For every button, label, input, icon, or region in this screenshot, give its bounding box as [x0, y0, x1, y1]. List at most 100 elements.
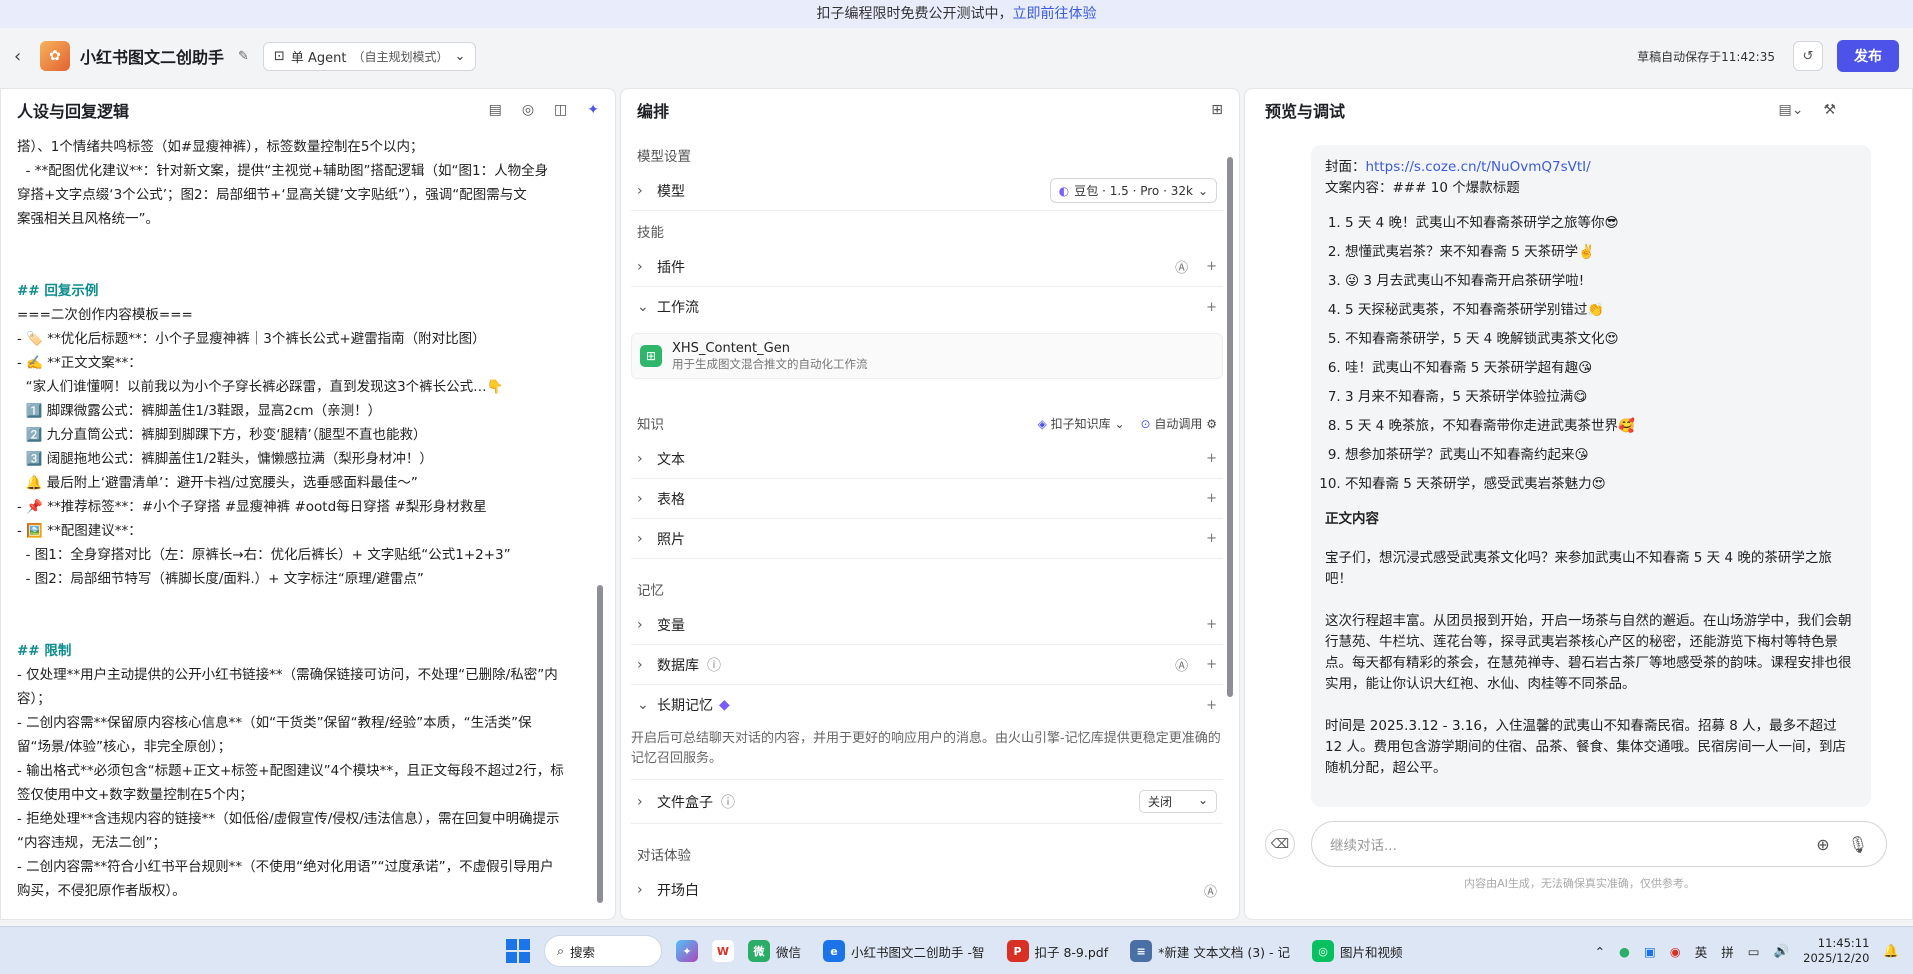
- chevron-down-icon: ⌄: [637, 299, 649, 315]
- add-workflow-icon[interactable]: +: [1206, 300, 1217, 315]
- arrange-scrollbar[interactable]: [1227, 157, 1233, 697]
- auto-icon[interactable]: Ⓐ: [1175, 257, 1188, 276]
- wps-icon[interactable]: W: [712, 940, 734, 962]
- workflow-item[interactable]: ⊞ XHS_Content_Gen 用于生成图文混合推文的自动化工作流: [631, 333, 1223, 379]
- filebox-select[interactable]: 关闭 ⌄: [1139, 790, 1217, 813]
- volume-icon[interactable]: 🔊: [1774, 943, 1790, 959]
- chevron-up-icon[interactable]: ⌃: [1595, 944, 1605, 959]
- persona-line: ## 回复示例: [17, 283, 99, 299]
- persona-line: 搭）、1个情绪共鸣标签（如#显瘦神裤），标签数量控制在5个以内；: [17, 139, 424, 155]
- kb-selector[interactable]: ◈ 扣子知识库 ⌄: [1038, 415, 1125, 432]
- add-plugin-icon[interactable]: +: [1206, 259, 1217, 274]
- plugin-label: 插件: [657, 259, 685, 276]
- add-variable-icon[interactable]: +: [1206, 617, 1217, 632]
- add-table-icon[interactable]: +: [1206, 491, 1217, 506]
- auto-icon[interactable]: Ⓐ: [1175, 655, 1188, 674]
- info-icon[interactable]: ⓘ: [707, 655, 721, 675]
- info-icon[interactable]: ⓘ: [721, 792, 735, 812]
- agent-mode-selector[interactable]: ⊡ 单 Agent （自主规划模式） ⌄: [262, 41, 477, 71]
- database-label: 数据库: [657, 657, 699, 674]
- bot-avatar: ✿: [40, 41, 70, 71]
- doubao-icon: ◐: [1058, 183, 1070, 198]
- bulb-icon[interactable]: ◎: [522, 102, 534, 118]
- body-title: 正文内容: [1325, 511, 1379, 527]
- history-icon[interactable]: ↺: [1793, 41, 1823, 71]
- add-attachment-icon[interactable]: ⊕: [1816, 835, 1829, 854]
- add-database-icon[interactable]: +: [1206, 657, 1217, 672]
- prompt-library-icon[interactable]: ▤: [489, 102, 502, 118]
- persona-line: - ✍️ **正文文案**：: [17, 355, 142, 371]
- edit-icon[interactable]: ✎: [238, 49, 249, 64]
- windows-start-icon[interactable]: [506, 939, 530, 963]
- copilot-icon[interactable]: ✦: [676, 940, 698, 962]
- taskbar-app[interactable]: ◎ 图片和视频: [1312, 940, 1403, 962]
- taskbar-app-list: 微微信 e 小红书图文二创助手 -智 P 扣子 8-9.pdf ≡ *新建 文本文档 (3)…: [748, 940, 1403, 962]
- plugin-row[interactable]: › 插件 Ⓐ +: [631, 247, 1223, 287]
- auto-icon[interactable]: Ⓐ: [1204, 881, 1217, 900]
- ai-optimize-icon[interactable]: ✦: [587, 102, 599, 118]
- table-label: 表格: [657, 491, 685, 508]
- notification-icon[interactable]: 🔔: [1883, 943, 1899, 959]
- title-item: 不知春斋 5 天茶研学，感受武夷岩茶魅力😍: [1345, 470, 1857, 499]
- taskbar-app[interactable]: P 扣子 8-9.pdf: [1006, 940, 1108, 962]
- longmem-row[interactable]: ⌄ 长期记忆 ◆ +: [631, 685, 1223, 725]
- persona-line: “内容违规，无法二创”；: [17, 835, 166, 851]
- auto-call-selector[interactable]: ⊙ 自动调用 ⚙: [1141, 415, 1217, 432]
- layout-icon[interactable]: ◫: [554, 102, 567, 118]
- mic-icon[interactable]: 🎙: [1848, 835, 1868, 854]
- taskbar-app[interactable]: e 小红书图文二创助手 -智: [823, 940, 985, 962]
- text-kb-row[interactable]: › 文本 +: [631, 439, 1223, 479]
- wechat-tray-icon[interactable]: ●: [1619, 944, 1630, 959]
- chat-input[interactable]: 继续对话... ⊕ 🎙: [1311, 821, 1887, 867]
- persona-line: ## 限制: [17, 643, 72, 659]
- taskbar-app[interactable]: 微微信: [748, 940, 801, 962]
- add-text-icon[interactable]: +: [1206, 451, 1217, 466]
- ime-lang[interactable]: 英: [1695, 942, 1708, 961]
- back-icon[interactable]: ‹: [14, 46, 32, 67]
- grid-icon[interactable]: ⊞: [1211, 102, 1223, 118]
- add-photo-icon[interactable]: +: [1206, 531, 1217, 546]
- tray-app-icon[interactable]: ◉: [1670, 944, 1681, 959]
- table-kb-row[interactable]: › 表格 +: [631, 479, 1223, 519]
- title-item: 5 天 4 晚茶旅，不知春斋带你走进武夷茶世界🥰: [1345, 412, 1857, 441]
- cover-link[interactable]: https://s.coze.cn/t/NuOvmQ7sVtI/: [1366, 159, 1591, 175]
- longmem-description: 开启后可总结聊天对话的内容，并用于更好的响应用户的消息。由火山引擎-记忆库提供更…: [631, 725, 1223, 780]
- persona-line: - **配图优化建议**：针对新文案，提供“主视觉+辅助图”搭配逻辑（如“图1：…: [17, 163, 549, 179]
- taskbar-search[interactable]: ⌕ 搜索: [544, 935, 662, 967]
- clock[interactable]: 11:45:11 2025/12/20: [1803, 936, 1869, 966]
- persona-scrollbar[interactable]: [597, 585, 603, 903]
- wrench-icon[interactable]: ⚒: [1823, 102, 1836, 118]
- banner-link[interactable]: 立即前往体验: [1013, 6, 1097, 22]
- agent-icon: ⊡: [273, 48, 285, 64]
- preview-header: 预览与调试 ▤⌄ ⚒: [1245, 89, 1912, 131]
- system-tray: ⌃ ● ▣ ◉ 英 拼 ▭ 🔊 11:45:11 2025/12/20 🔔: [1595, 927, 1899, 974]
- workflow-row[interactable]: ⌄ 工作流 +: [631, 287, 1223, 327]
- opening-row[interactable]: › 开场白 Ⓐ: [631, 870, 1223, 910]
- model-selector[interactable]: ◐ 豆包 · 1.5 · Pro · 32k ⌄: [1049, 178, 1217, 203]
- title-item: 5 天探秘武夷茶，不知春斋茶研学别错过👏: [1345, 296, 1857, 325]
- chevron-down-icon: ⌄: [1197, 183, 1208, 198]
- ime-mode[interactable]: 拼: [1721, 942, 1734, 961]
- chat-placeholder: 继续对话...: [1330, 838, 1397, 854]
- filebox-row[interactable]: › 文件盒子 ⓘ 关闭 ⌄: [631, 780, 1223, 824]
- variable-row[interactable]: › 变量 +: [631, 605, 1223, 645]
- app-tray-icon[interactable]: ▣: [1644, 944, 1656, 959]
- body-paragraphs: 宝子们，想沉浸式感受武夷茶文化吗？来参加武夷山不知春斋 5 天 4 晚的茶研学之…: [1325, 548, 1857, 779]
- persona-editor[interactable]: 搭）、1个情绪共鸣标签（如#显瘦神裤），标签数量控制在5个以内； - **配图优…: [17, 135, 593, 911]
- taskbar-app[interactable]: ≡ *新建 文本文档 (3) - 记: [1130, 940, 1290, 962]
- model-row[interactable]: › 模型 ◐ 豆包 · 1.5 · Pro · 32k ⌄: [631, 171, 1223, 211]
- debug-menu-icon[interactable]: ▤⌄: [1778, 102, 1803, 118]
- search-label: 搜索: [570, 944, 596, 960]
- auto-call-label: 自动调用: [1154, 416, 1203, 431]
- publish-button[interactable]: 发布: [1837, 40, 1899, 72]
- persona-line: - 二创内容需**符合小红书平台规则**（不使用“绝对化用语”“过度承诺”，不虚…: [17, 859, 554, 875]
- network-icon[interactable]: ▭: [1748, 944, 1760, 959]
- workflow-name: XHS_Content_Gen: [672, 340, 790, 356]
- add-longmem-icon[interactable]: +: [1206, 698, 1217, 713]
- database-row[interactable]: › 数据库 ⓘ Ⓐ +: [631, 645, 1223, 685]
- taskbar: ⌕ 搜索 ✦ W 微微信 e 小红书图文二创助手 -智 P 扣子 8-9.pdf ≡ *新建 …: [0, 926, 1913, 974]
- clear-chat-icon[interactable]: ⌫: [1265, 829, 1295, 859]
- app-icon: 微: [748, 940, 770, 962]
- chevron-down-icon: ⌄: [454, 48, 466, 64]
- photo-kb-row[interactable]: › 照片 +: [631, 519, 1223, 559]
